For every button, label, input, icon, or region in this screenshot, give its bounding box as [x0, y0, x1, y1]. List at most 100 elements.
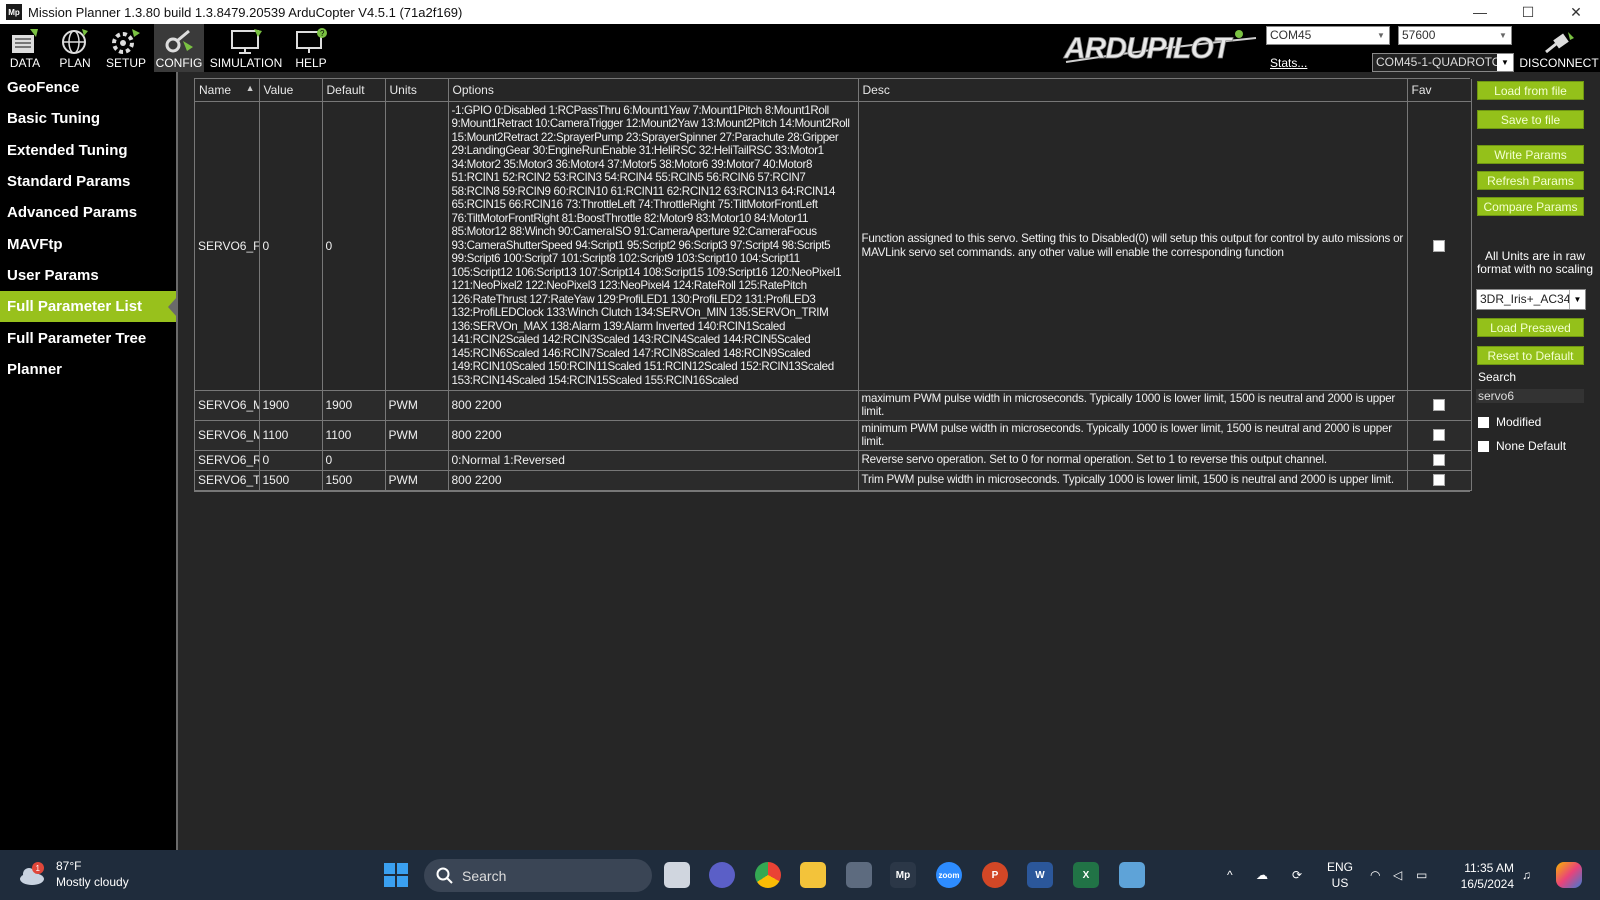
wifi-icon[interactable]: ◠ — [1370, 850, 1380, 900]
param-name-cell[interactable]: SERVO6_M — [195, 390, 260, 421]
minimize-button[interactable]: — — [1456, 0, 1504, 24]
taskbar-search[interactable]: Search — [424, 859, 652, 892]
task-view-icon[interactable] — [664, 862, 690, 888]
sort-ascending-icon: ▲ — [245, 82, 255, 93]
sidebar-item-planner[interactable]: Planner — [0, 354, 176, 385]
none-default-checkbox[interactable] — [1478, 440, 1489, 452]
refresh-params-button[interactable]: Refresh Params — [1477, 171, 1584, 190]
param-value-cell[interactable]: 1100 — [259, 420, 323, 451]
search-input[interactable]: servo6 — [1476, 389, 1584, 403]
battery-icon[interactable]: ▭ — [1416, 850, 1427, 900]
column-header-name[interactable]: Name ▲ — [195, 79, 260, 102]
sidebar-item-full-parameter-tree[interactable]: Full Parameter Tree — [0, 322, 176, 353]
param-name-cell[interactable]: SERVO6_T — [195, 470, 260, 491]
column-header-desc[interactable]: Desc — [858, 79, 1408, 102]
save-to-file-button[interactable]: Save to file — [1477, 110, 1584, 129]
param-value-cell[interactable]: 1500 — [259, 470, 323, 491]
powerpoint-icon[interactable]: P — [982, 862, 1008, 888]
vehicle-select[interactable]: COM45-1-QUADROTOR ▼ — [1372, 53, 1514, 72]
param-desc-cell: maximum PWM pulse width in microseconds.… — [858, 390, 1408, 421]
load-presaved-button[interactable]: Load Presaved — [1477, 318, 1584, 337]
column-header-options[interactable]: Options — [448, 79, 859, 102]
param-fav-cell[interactable] — [1407, 101, 1472, 391]
meet-icon[interactable] — [709, 862, 735, 888]
table-row[interactable]: SERVO6_M 1900 1900 PWM 800 2200 maximum … — [195, 390, 1472, 421]
stats-link[interactable]: Stats... — [1270, 56, 1307, 70]
close-button[interactable]: ✕ — [1552, 0, 1600, 24]
tray-overflow-icon[interactable]: ^ — [1227, 850, 1233, 900]
disconnect-button[interactable]: DISCONNECT — [1518, 24, 1600, 72]
baud-select[interactable]: 57600 ▼ — [1398, 26, 1512, 45]
param-value-cell[interactable]: 0 — [259, 450, 323, 471]
fav-checkbox[interactable] — [1433, 474, 1445, 486]
calculator-icon[interactable] — [846, 862, 872, 888]
sidebar-item-standard-params[interactable]: Standard Params — [0, 166, 176, 197]
taskbar-clock[interactable]: 11:35 AM 16/5/2024 — [1448, 860, 1514, 892]
param-name-cell[interactable]: SERVO6_M — [195, 420, 260, 451]
weather-widget[interactable]: 1 87°F Mostly cloudy — [18, 858, 129, 890]
modified-checkbox[interactable] — [1478, 416, 1489, 428]
column-header-value[interactable]: Value — [259, 79, 323, 102]
param-value-cell[interactable]: 0 — [259, 101, 323, 391]
maximize-button[interactable]: ☐ — [1504, 0, 1552, 24]
language-indicator[interactable]: ENG US — [1327, 850, 1353, 900]
sidebar-item-mavftp[interactable]: MAVFtp — [0, 228, 176, 259]
copilot-icon[interactable] — [1556, 862, 1582, 888]
column-header-name-label: Name — [199, 82, 232, 97]
disconnect-label: DISCONNECT — [1519, 56, 1599, 70]
table-row[interactable]: SERVO6_T 1500 1500 PWM 800 2200 Trim PWM… — [195, 470, 1472, 491]
param-fav-cell[interactable] — [1407, 450, 1472, 471]
param-desc-cell: minimum PWM pulse width in microseconds.… — [858, 420, 1408, 451]
start-icon[interactable] — [383, 862, 409, 888]
modified-checkbox-row[interactable]: Modified — [1478, 415, 1541, 429]
help-tab-button[interactable]: ? HELP — [290, 24, 332, 72]
plan-tab-button[interactable]: PLAN — [54, 24, 96, 72]
sidebar-item-user-params[interactable]: User Params — [0, 260, 176, 291]
compare-params-button[interactable]: Compare Params — [1477, 197, 1584, 216]
fav-checkbox[interactable] — [1433, 454, 1445, 466]
sidebar-item-basic-tuning[interactable]: Basic Tuning — [0, 103, 176, 134]
sidebar-item-advanced-params[interactable]: Advanced Params — [0, 197, 176, 228]
sidebar-item-full-parameter-list[interactable]: Full Parameter List — [0, 291, 177, 323]
simulation-tab-button[interactable]: SIMULATION — [210, 24, 282, 72]
file-explorer-icon[interactable] — [800, 862, 826, 888]
param-name-cell[interactable]: SERVO6_R — [195, 450, 260, 471]
none-default-checkbox-row[interactable]: None Default — [1478, 439, 1566, 453]
volume-icon[interactable]: ◁ — [1393, 850, 1402, 900]
fav-checkbox[interactable] — [1433, 239, 1445, 252]
word-icon[interactable]: W — [1027, 862, 1053, 888]
sidebar-item-geofence[interactable]: GeoFence — [0, 72, 176, 103]
param-value-cell[interactable]: 1900 — [259, 390, 323, 421]
column-header-fav[interactable]: Fav — [1407, 79, 1472, 102]
config-tab-button[interactable]: CONFIG — [154, 24, 204, 72]
notepad-icon[interactable] — [1119, 862, 1145, 888]
column-header-default[interactable]: Default — [322, 79, 386, 102]
setup-tab-button[interactable]: SETUP — [104, 24, 148, 72]
mission-planner-app-icon: Mp — [6, 4, 22, 20]
table-row[interactable]: SERVO6_R 0 0 0:Normal 1:Reversed Reverse… — [195, 450, 1472, 471]
data-tab-button[interactable]: DATA — [4, 24, 46, 72]
excel-icon[interactable]: X — [1073, 862, 1099, 888]
chrome-icon[interactable] — [755, 862, 781, 888]
baud-select-value: 57600 — [1402, 28, 1436, 42]
fav-checkbox[interactable] — [1433, 429, 1445, 441]
param-fav-cell[interactable] — [1407, 390, 1472, 421]
reset-to-default-button[interactable]: Reset to Default — [1477, 346, 1584, 365]
notification-bell-icon[interactable]: ♫ — [1522, 850, 1531, 900]
param-fav-cell[interactable] — [1407, 470, 1472, 491]
load-from-file-button[interactable]: Load from file — [1477, 81, 1584, 100]
fav-checkbox[interactable] — [1433, 399, 1445, 411]
preset-select[interactable]: 3DR_Iris+_AC34 ▼ — [1476, 289, 1586, 310]
port-select[interactable]: COM45 ▼ — [1266, 26, 1390, 45]
zoom-icon[interactable]: zoom — [936, 862, 962, 888]
column-header-units[interactable]: Units — [385, 79, 449, 102]
table-row[interactable]: SERVO6_FI 0 0 -1:GPIO 0:Disabled 1:RCPas… — [195, 101, 1472, 391]
param-name-cell[interactable]: SERVO6_FI — [195, 101, 260, 391]
table-row[interactable]: SERVO6_M 1100 1100 PWM 800 2200 minimum … — [195, 420, 1472, 451]
sidebar-item-extended-tuning[interactable]: Extended Tuning — [0, 135, 176, 166]
onedrive-icon[interactable]: ☁ — [1256, 850, 1268, 900]
mission-planner-icon[interactable]: Mp — [890, 862, 916, 888]
sync-icon[interactable]: ⟳ — [1292, 850, 1302, 900]
param-fav-cell[interactable] — [1407, 420, 1472, 451]
write-params-button[interactable]: Write Params — [1477, 145, 1584, 164]
